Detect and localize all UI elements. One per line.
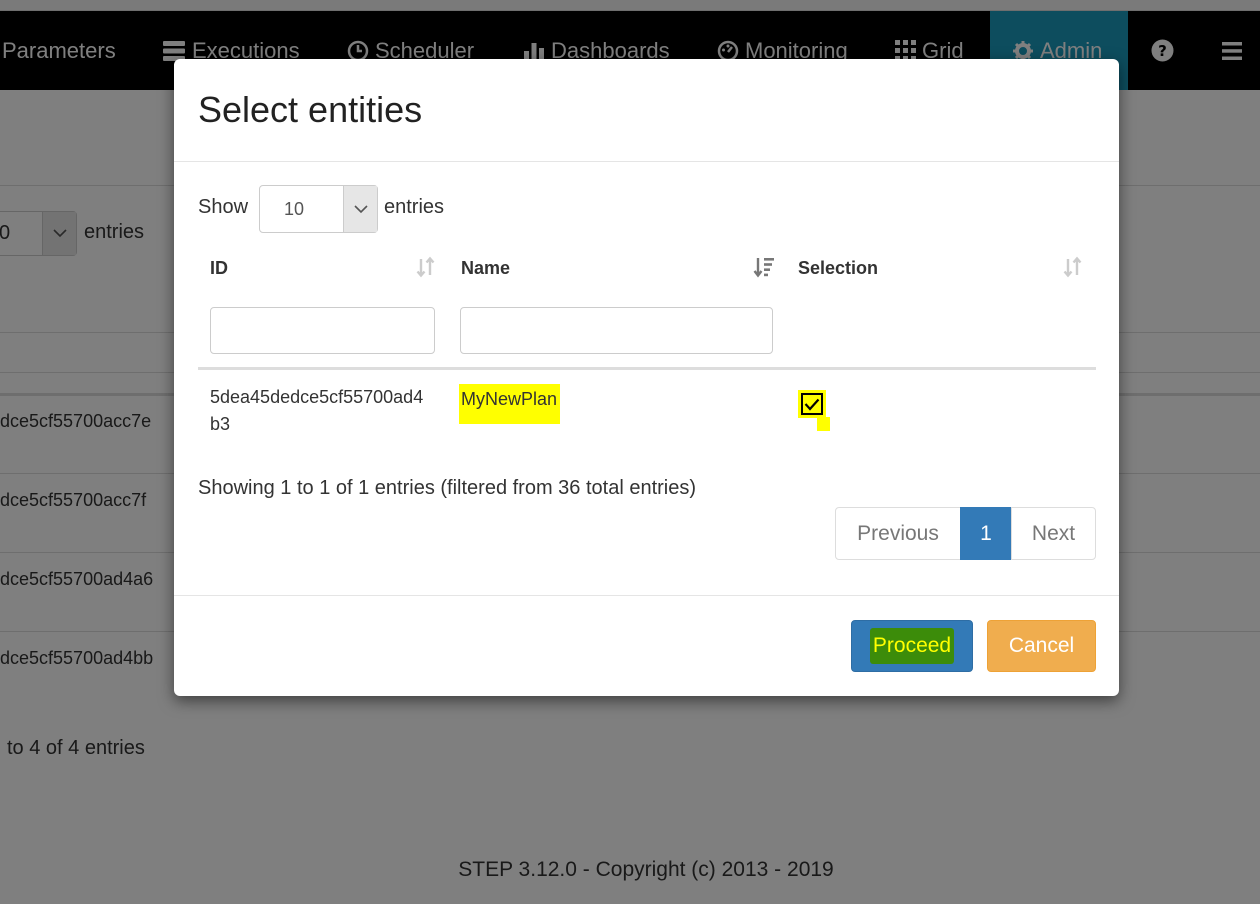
row-name[interactable]: MyNewPlan — [459, 384, 561, 424]
cancel-button[interactable]: Cancel — [987, 620, 1096, 672]
modal-footer-divider — [174, 595, 1119, 596]
checkmark-icon — [804, 398, 820, 411]
sort-unsorted-icon[interactable] — [416, 256, 436, 278]
highlight-mark — [817, 417, 830, 431]
name-filter-input[interactable] — [460, 307, 773, 354]
pagination-page-current[interactable]: 1 — [960, 507, 1012, 560]
column-header-id[interactable]: ID — [210, 258, 228, 279]
entries-length-select[interactable]: 10 — [259, 185, 378, 233]
proceed-button[interactable]: Proceed — [851, 620, 973, 672]
modal-title: Select entities — [198, 89, 423, 130]
pagination: Previous 1 Next — [835, 507, 1096, 560]
pagination-previous[interactable]: Previous — [835, 507, 961, 560]
entries-label: entries — [384, 196, 445, 218]
table-head-rule — [198, 367, 1096, 370]
show-label: Show — [198, 196, 249, 218]
row-id-line: 5dea45dedce5cf55700ad4 — [210, 387, 424, 407]
row-id-line: b3 — [210, 414, 231, 434]
row-selection-checkbox[interactable] — [798, 390, 826, 418]
id-filter-input[interactable] — [210, 307, 435, 354]
pagination-next[interactable]: Next — [1011, 507, 1096, 560]
proceed-button-label: Proceed — [869, 628, 955, 664]
select-entities-modal: Select entities Show 10 entries ID Name … — [174, 59, 1119, 696]
table-info: Showing 1 to 1 of 1 entries (filtered fr… — [198, 477, 697, 499]
column-header-name[interactable]: Name — [461, 258, 510, 279]
entries-length-value: 10 — [284, 199, 305, 219]
modal-header-divider — [174, 161, 1119, 162]
chevron-down-icon — [343, 186, 377, 232]
column-header-selection[interactable]: Selection — [798, 258, 878, 279]
sort-unsorted-icon[interactable] — [1063, 256, 1083, 278]
sort-ascending-icon[interactable] — [753, 256, 775, 278]
